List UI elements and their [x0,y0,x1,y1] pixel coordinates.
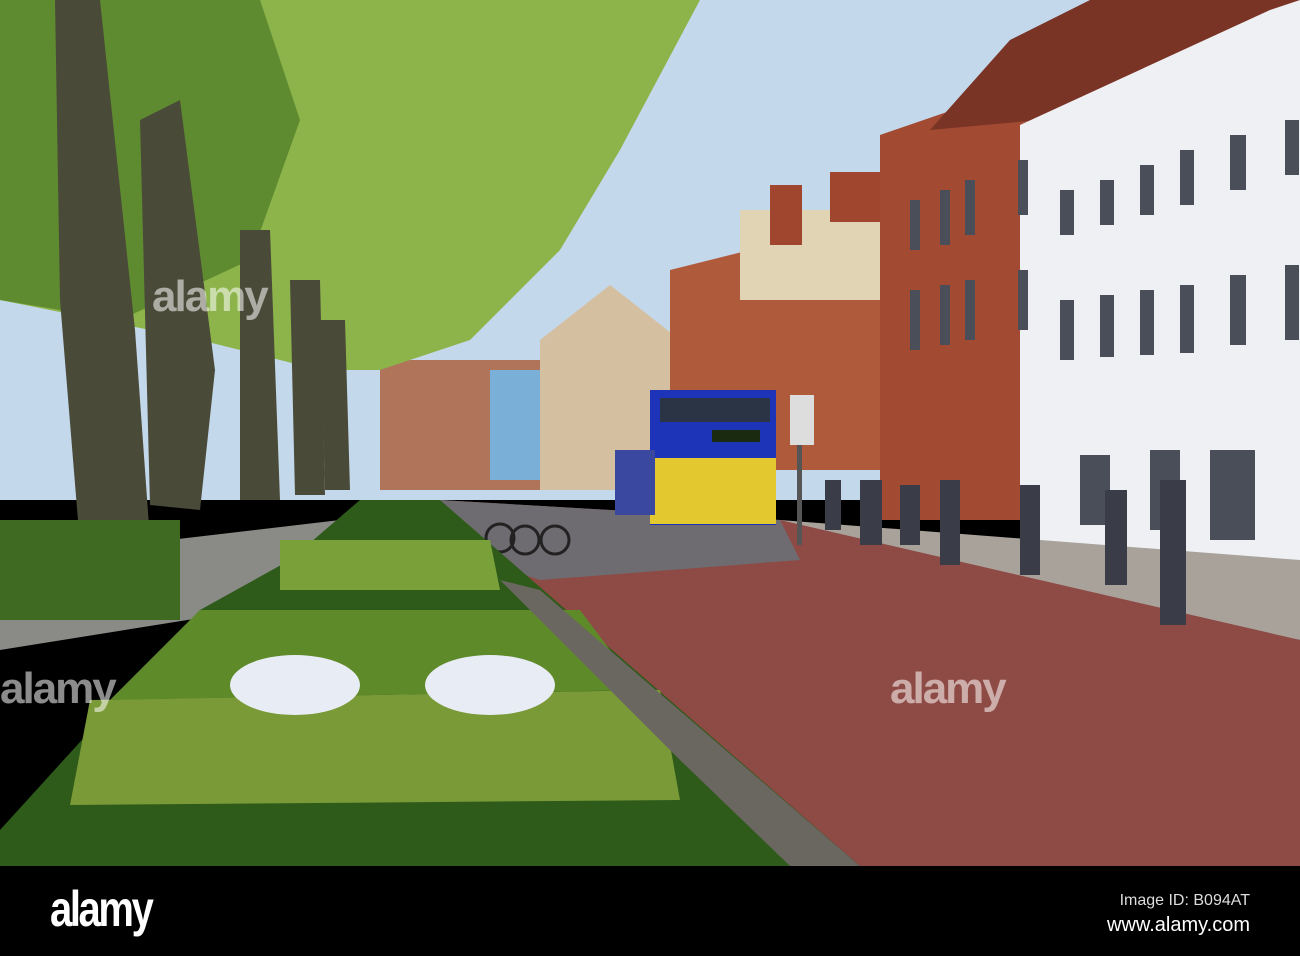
grass-left [0,520,180,620]
blue-house [490,370,540,480]
alamy-logo: alamy [50,881,154,937]
photo-watermark: alamy [890,664,1007,713]
image-id: Image ID: B094AT [1119,892,1250,909]
photo-watermark: alamy [152,272,269,321]
chimney [830,172,880,222]
hedge-back [280,540,500,590]
site-url: www.alamy.com [1107,914,1250,936]
street-scene-photo [0,0,1300,866]
watermark-bar: alamy Image ID: B094AT www.alamy.com [0,866,1300,956]
chimney [770,185,802,245]
white-flowers [230,655,360,715]
cream-building [740,210,880,300]
hedge-front [70,690,680,805]
red-brick-building [880,80,1040,520]
photo-watermark: alamy [0,664,117,713]
signpost [790,395,814,445]
white-flowers [425,655,555,715]
